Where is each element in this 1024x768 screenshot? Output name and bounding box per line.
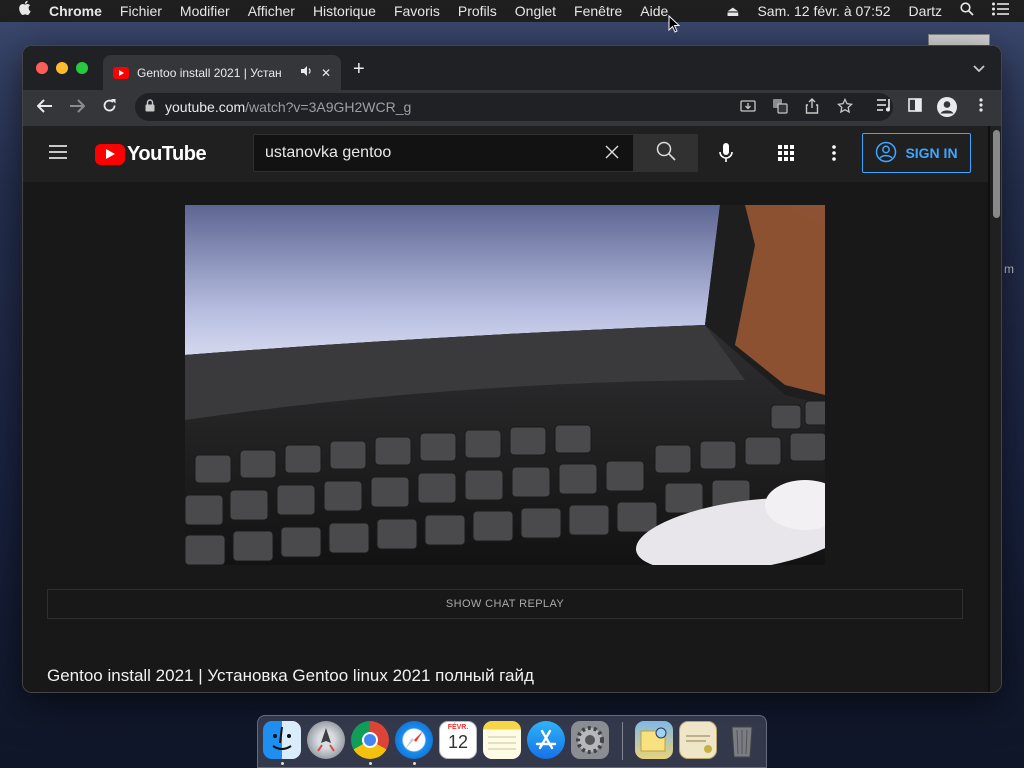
bookmark-star-icon[interactable] <box>836 97 854 117</box>
finder-icon[interactable] <box>263 721 301 759</box>
calendar-day: 12 <box>447 732 469 752</box>
url-path: /watch?v=3A9GH2WCR_g <box>245 99 412 115</box>
dock-separator <box>622 722 623 760</box>
video-title: Gentoo install 2021 | Установка Gentoo l… <box>47 666 534 685</box>
browser-window: Gentoo install 2021 | Устан ✕ + youtube.… <box>22 45 1002 693</box>
preview-icon[interactable] <box>635 721 673 759</box>
side-panel-icon[interactable] <box>908 98 922 115</box>
scrollbar-thumb[interactable] <box>993 130 1000 218</box>
menu-clock[interactable]: Sam. 12 févr. à 07:52 <box>748 0 899 22</box>
safari-icon[interactable] <box>395 721 433 759</box>
video-player[interactable] <box>185 205 825 565</box>
menu-app-name[interactable]: Chrome <box>40 0 111 22</box>
translate-icon[interactable] <box>772 98 788 117</box>
speaker-icon[interactable] <box>300 65 313 80</box>
tab-youtube[interactable]: Gentoo install 2021 | Устан ✕ <box>103 55 341 90</box>
tab-close-icon[interactable]: ✕ <box>321 66 331 80</box>
calendar-month: FÉVR. <box>447 724 469 731</box>
menu-afficher[interactable]: Afficher <box>239 0 304 22</box>
safari-running-dot <box>413 762 416 765</box>
sign-in-button[interactable]: SIGN IN <box>862 133 971 173</box>
profile-avatar-icon[interactable] <box>936 96 958 121</box>
control-center-icon[interactable] <box>983 0 1024 22</box>
close-window-button[interactable] <box>36 62 48 74</box>
new-tab-button[interactable]: + <box>353 58 365 81</box>
show-chat-replay-button[interactable]: SHOW CHAT REPLAY <box>47 589 963 619</box>
youtube-favicon-icon <box>113 66 129 79</box>
youtube-logo-text: YouTube <box>127 143 207 165</box>
menu-profils[interactable]: Profils <box>449 0 506 22</box>
mouse-cursor-icon <box>668 14 681 38</box>
url-host: youtube.com <box>165 99 246 115</box>
search-icon <box>656 141 676 166</box>
minimize-window-button[interactable] <box>56 62 68 74</box>
chrome-running-dot <box>369 762 372 765</box>
desktop-label: m <box>1004 262 1014 276</box>
search-input[interactable]: ustanovka gentoo <box>253 134 634 172</box>
reload-button[interactable] <box>93 98 125 118</box>
youtube-logo[interactable]: YouTube <box>95 143 207 166</box>
trash-icon[interactable] <box>723 721 761 759</box>
lock-icon[interactable] <box>145 99 155 115</box>
spotlight-icon[interactable] <box>951 0 983 22</box>
youtube-play-icon <box>95 144 125 165</box>
back-button[interactable] <box>29 98 61 118</box>
chrome-menu-icon[interactable] <box>979 98 983 115</box>
install-app-icon[interactable] <box>740 98 756 117</box>
calendar-icon[interactable]: FÉVR. 12 <box>439 721 477 759</box>
search-button[interactable] <box>634 134 698 172</box>
zoom-window-button[interactable] <box>76 62 88 74</box>
tab-search-chevron-icon[interactable] <box>973 60 985 76</box>
hamburger-menu-icon[interactable] <box>49 145 67 164</box>
sign-in-label: SIGN IN <box>905 145 958 161</box>
app-store-icon[interactable] <box>527 721 565 759</box>
menu-modifier[interactable]: Modifier <box>171 0 239 22</box>
menu-onglet[interactable]: Onglet <box>506 0 565 22</box>
share-icon[interactable] <box>805 98 819 117</box>
apps-grid-icon[interactable] <box>778 145 794 166</box>
tab-title: Gentoo install 2021 | Устан <box>137 65 282 80</box>
menu-fenetre[interactable]: Fenêtre <box>565 0 631 22</box>
eject-icon[interactable]: ⏏ <box>717 0 748 22</box>
menu-favoris[interactable]: Favoris <box>385 0 449 22</box>
forward-button[interactable] <box>61 98 93 118</box>
chrome-icon[interactable] <box>351 721 389 759</box>
clear-search-icon[interactable] <box>605 142 619 165</box>
menu-historique[interactable]: Historique <box>304 0 385 22</box>
certificate-icon[interactable] <box>679 721 717 759</box>
settings-more-icon[interactable] <box>832 145 836 166</box>
menu-fichier[interactable]: Fichier <box>111 0 171 22</box>
menu-bar: Chrome Fichier Modifier Afficher Histori… <box>0 0 1024 22</box>
video-frame-image <box>185 205 825 565</box>
menu-user[interactable]: Dartz <box>900 0 951 22</box>
system-preferences-icon[interactable] <box>571 721 609 759</box>
notes-icon[interactable] <box>483 721 521 759</box>
finder-running-dot <box>281 762 284 765</box>
reading-list-icon[interactable] <box>876 98 892 115</box>
voice-search-icon[interactable] <box>719 143 733 168</box>
launchpad-icon[interactable] <box>307 721 345 759</box>
account-icon <box>875 141 897 166</box>
apple-menu-icon[interactable] <box>0 0 40 22</box>
